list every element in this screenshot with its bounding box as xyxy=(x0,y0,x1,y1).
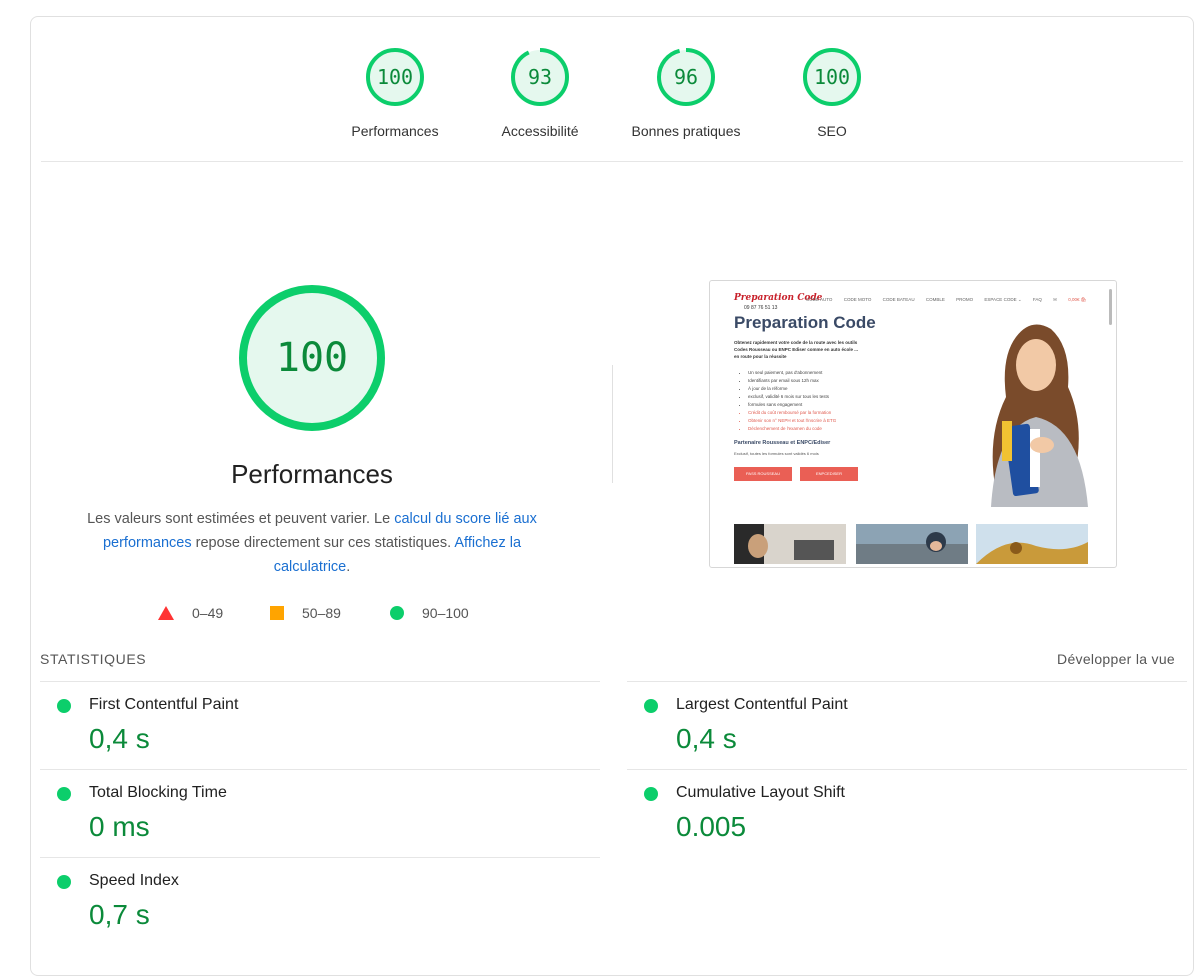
thumb-bullet: formules sans engagement xyxy=(748,401,888,409)
thumb-subtext: Exclusif, toutes les formules sont valid… xyxy=(734,451,819,456)
metric-name: Total Blocking Time xyxy=(89,784,227,801)
metric-divider xyxy=(627,681,1187,682)
vertical-divider xyxy=(612,365,613,483)
thumb-subhead: Partenaire Rousseau et ENPC/Ediser xyxy=(734,440,831,446)
thumb-nav: CODE AUTO CODE MOTO CODE BATEAU COMBLE P… xyxy=(806,297,1096,303)
metric-name: First Contentful Paint xyxy=(89,696,239,713)
gauge-label: SEO xyxy=(817,123,847,139)
metric-divider xyxy=(40,681,600,682)
thumb-nav-item: CODE MOTO xyxy=(843,297,872,302)
thumb-photo xyxy=(734,524,846,564)
thumb-bullet: exclusif, validité 6 mois sur tous les t… xyxy=(748,393,888,401)
thumb-nav-item: ESPACE CODE ⌄ xyxy=(984,297,1022,302)
thumb-button: ENPCEDISER xyxy=(800,467,858,481)
pass-dot-icon xyxy=(644,787,658,801)
pass-dot-icon xyxy=(57,699,71,713)
gauge-best-practices[interactable]: 96 Bonnes pratiques xyxy=(606,45,766,139)
thumb-nav-item: CODE BATEAU xyxy=(882,297,915,302)
gauge-label: Accessibilité xyxy=(501,123,579,139)
thumb-nav-item: FAQ xyxy=(1032,297,1042,302)
thumb-bullet: Identifiants par email sous 12h max xyxy=(748,377,888,385)
metric-si: Speed Index 0,7 s xyxy=(40,857,600,945)
thumb-heading: Preparation Code xyxy=(734,313,876,332)
metric-value: 0,4 s xyxy=(676,723,737,754)
metric-name: Cumulative Layout Shift xyxy=(676,784,845,801)
gauge-score: 100 xyxy=(813,65,851,89)
thumb-photo xyxy=(976,524,1088,564)
desc-text: Les valeurs sont estimées et peuvent var… xyxy=(87,511,395,527)
thumb-scrollbar xyxy=(1109,289,1112,325)
triangle-icon xyxy=(158,606,174,620)
score-description: Les valeurs sont estimées et peuvent var… xyxy=(83,507,541,579)
main-gauge: 100 xyxy=(237,283,387,433)
category-gauges: 100 Performances 93 Accessibilité 96 Bon… xyxy=(31,45,1193,165)
thumb-phone: 09 87 76 51 13 xyxy=(744,305,778,311)
report-card: 100 Performances 93 Accessibilité 96 Bon… xyxy=(30,16,1194,976)
section-title: Performances xyxy=(231,459,393,489)
thumb-nav-item: 0,00€ 🛍 xyxy=(1068,297,1087,302)
pass-dot-icon xyxy=(57,787,71,801)
legend-average-label: 50–89 xyxy=(302,605,341,621)
legend-pass-label: 90–100 xyxy=(422,605,469,621)
metric-cls: Cumulative Layout Shift 0.005 xyxy=(627,769,1187,857)
gauge-score: 93 xyxy=(527,65,553,89)
metric-lcp: Largest Contentful Paint 0,4 s xyxy=(627,681,1187,769)
thumb-nav-item: CODE AUTO xyxy=(806,297,833,302)
gauge-label: Bonnes pratiques xyxy=(631,123,741,139)
thumb-nav-item: ✉ xyxy=(1053,297,1057,302)
thumb-bullet: Un seul paiement, pas d'abonnement xyxy=(748,369,888,377)
metric-value: 0,4 s xyxy=(89,723,150,754)
gauge-label: Performances xyxy=(351,123,439,139)
legend-fail: 0–49 xyxy=(158,605,223,621)
woman-photo xyxy=(991,324,1088,507)
thumb-lead: Obtenez rapidement votre code de la rout… xyxy=(734,340,859,359)
desc-text: . xyxy=(346,559,351,575)
thumb-photo xyxy=(856,524,968,564)
statistics-heading: STATISTIQUES xyxy=(40,651,147,667)
metric-name: Speed Index xyxy=(89,872,179,889)
metric-divider xyxy=(40,857,600,858)
gauge-score: 96 xyxy=(673,65,699,89)
metric-divider xyxy=(627,769,1187,770)
gauge-accessibility[interactable]: 93 Accessibilité xyxy=(460,45,620,139)
divider xyxy=(41,161,1183,162)
thumb-bullets: Un seul paiement, pas d'abonnement Ident… xyxy=(734,369,888,433)
pass-dot-icon xyxy=(57,875,71,889)
metric-tbt: Total Blocking Time 0 ms xyxy=(40,769,600,857)
legend-average: 50–89 xyxy=(270,605,341,621)
legend-pass: 90–100 xyxy=(390,605,469,621)
gauge-score: 100 xyxy=(376,65,414,89)
pass-dot-icon xyxy=(644,699,658,713)
metric-value: 0 ms xyxy=(89,811,150,842)
thumb-bullet: Obtenir son n° NEPH et tout l'inscrire à… xyxy=(748,417,888,425)
thumb-nav-item: PROMO xyxy=(956,297,974,302)
thumb-nav-item: COMBLE xyxy=(925,297,945,302)
thumb-bullet: À jour de la réforme xyxy=(748,385,888,393)
desc-text: repose directement sur ces statistiques. xyxy=(191,535,455,551)
metric-value: 0,7 s xyxy=(89,899,150,930)
expand-view-toggle[interactable]: Développer la vue xyxy=(1057,651,1175,667)
final-screenshot: Preparation Code 09 87 76 51 13 CODE AUT… xyxy=(709,280,1117,568)
thumb-button: PASS ROUSSEAU xyxy=(734,467,792,481)
thumb-bullet: Déclenchement de l'examen du code xyxy=(748,425,888,433)
legend-fail-label: 0–49 xyxy=(192,605,224,621)
gauge-performances[interactable]: 100 Performances xyxy=(315,45,475,139)
metric-divider xyxy=(40,769,600,770)
gauge-seo[interactable]: 100 SEO xyxy=(752,45,912,139)
circle-icon xyxy=(390,606,404,620)
thumb-bullet: Crédit du coût remboursé par la formatio… xyxy=(748,409,888,417)
square-icon xyxy=(270,606,284,620)
metric-value: 0.005 xyxy=(676,811,747,842)
main-score: 100 xyxy=(275,335,349,381)
metric-name: Largest Contentful Paint xyxy=(676,696,848,713)
metric-fcp: First Contentful Paint 0,4 s xyxy=(40,681,600,769)
